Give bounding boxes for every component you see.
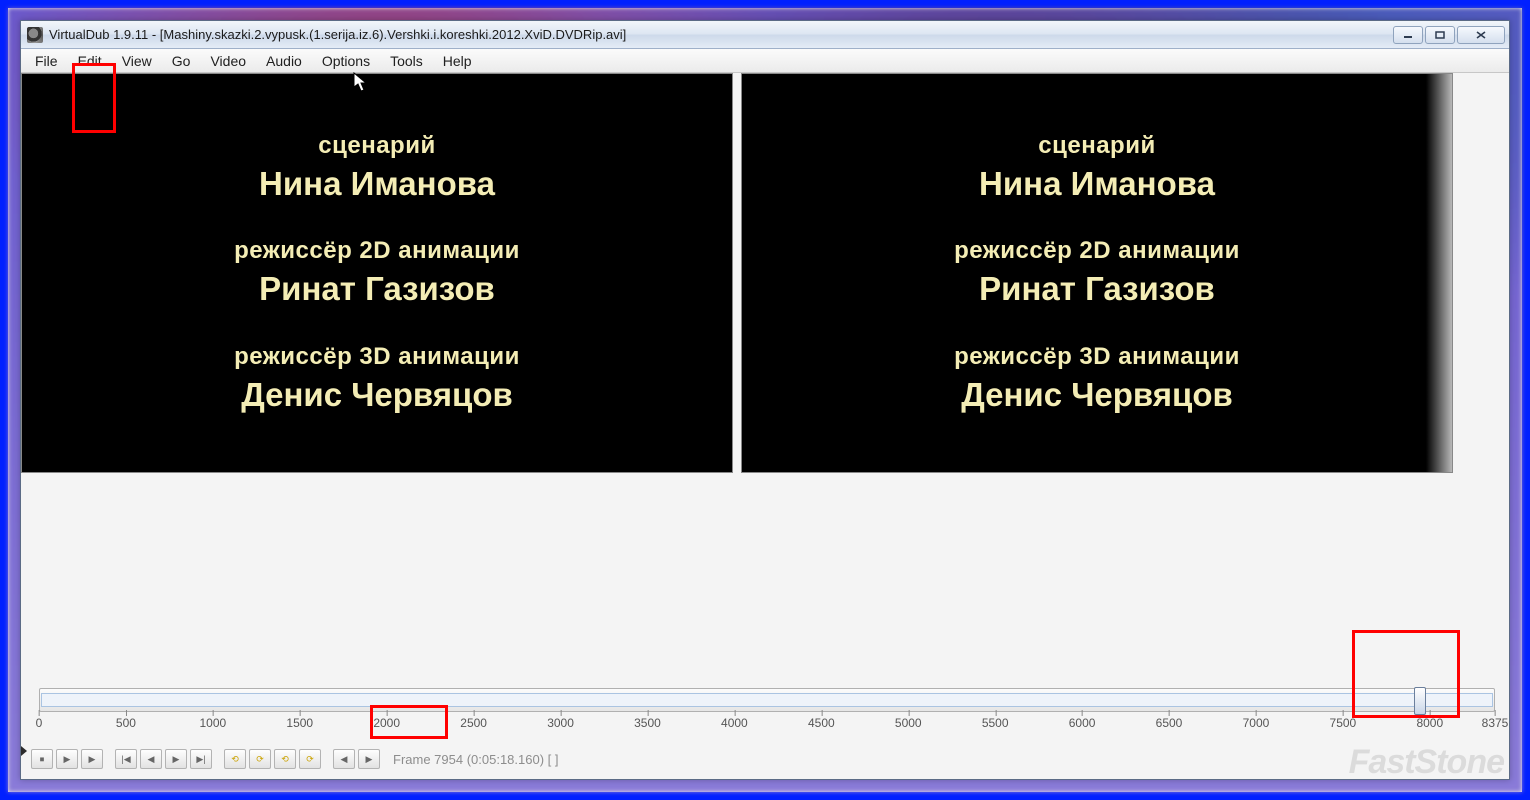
menu-audio[interactable]: Audio <box>256 49 312 72</box>
maximize-button[interactable] <box>1425 26 1455 44</box>
timeline-tick: 4000 <box>721 716 748 730</box>
timeline-tick: 5000 <box>895 716 922 730</box>
credit-block: режиссёр 3D анимации Денис Червяцов <box>954 342 1240 415</box>
timeline-tick: 7500 <box>1330 716 1357 730</box>
maximize-icon <box>1435 31 1445 39</box>
watermark: FastStone <box>1349 743 1504 782</box>
menu-video[interactable]: Video <box>200 49 256 72</box>
outer-border: VirtualDub 1.9.11 - [Mashiny.skazki.2.vy… <box>0 0 1530 800</box>
input-credits: сценарий Нина Иманова режиссёр 2D анимац… <box>22 74 732 472</box>
credit-name: Нина Иманова <box>259 163 495 204</box>
timeline-tick: 8000 <box>1416 716 1443 730</box>
credit-role: режиссёр 3D анимации <box>954 342 1240 372</box>
credit-name: Денис Червяцов <box>234 374 520 415</box>
menu-go[interactable]: Go <box>162 49 201 72</box>
timeline-tick: 8375 <box>1482 716 1509 730</box>
credit-role: сценарий <box>979 131 1215 161</box>
menu-edit[interactable]: Edit <box>68 49 112 72</box>
credit-block: сценарий Нина Иманова <box>979 131 1215 204</box>
timeline-tick: 3000 <box>547 716 574 730</box>
credit-name: Ринат Газизов <box>954 268 1240 309</box>
timeline-tick: 2000 <box>373 716 400 730</box>
timeline-track[interactable] <box>39 688 1495 712</box>
go-start-button[interactable]: |◀ <box>115 749 137 769</box>
credit-block: сценарий Нина Иманова <box>259 131 495 204</box>
menubar: File Edit View Go Video Audio Options To… <box>21 49 1509 73</box>
timeline-tick: 7000 <box>1243 716 1270 730</box>
next-frame-button[interactable]: ▶ <box>165 749 187 769</box>
timeline-zone: 0 500 1000 1500 2000 2500 3000 3500 4000 4500 5000… <box>21 688 1509 746</box>
close-icon <box>1476 31 1486 39</box>
spacer <box>21 475 1509 688</box>
key-next-button[interactable]: ⟳ <box>249 749 271 769</box>
credit-block: режиссёр 2D анимации Ринат Газизов <box>954 236 1240 309</box>
timeline-tick: 2500 <box>460 716 487 730</box>
menu-help[interactable]: Help <box>433 49 482 72</box>
key-prev-button[interactable]: ⟲ <box>224 749 246 769</box>
titlebar[interactable]: VirtualDub 1.9.11 - [Mashiny.skazki.2.vy… <box>21 21 1509 49</box>
pane-divider[interactable] <box>733 73 741 475</box>
play-input-button[interactable]: ▶ <box>56 749 78 769</box>
video-area: сценарий Нина Иманова режиссёр 2D анимац… <box>21 73 1509 475</box>
transport-toolbar: ⏹ ▶ ▶ |◀ ◀ ▶ ▶| ⟲ ⟳ ⟲ ⟳ ◀ ▶ Frame 7954 (… <box>21 746 1509 779</box>
timeline-tick: 6000 <box>1069 716 1096 730</box>
mark-out-button[interactable]: ▶ <box>358 749 380 769</box>
timeline-tick: 3500 <box>634 716 661 730</box>
menu-file[interactable]: File <box>25 49 68 72</box>
credit-block: режиссёр 2D анимации Ринат Газизов <box>234 236 520 309</box>
virtualdub-window: VirtualDub 1.9.11 - [Mashiny.skazki.2.vy… <box>20 20 1510 780</box>
timeline-tick: 5500 <box>982 716 1009 730</box>
credit-name: Ринат Газизов <box>234 268 520 309</box>
scene-prev-button[interactable]: ⟲ <box>274 749 296 769</box>
output-pane[interactable]: сценарий Нина Иманова режиссёр 2D анимац… <box>741 73 1453 473</box>
credit-name: Денис Червяцов <box>954 374 1240 415</box>
stop-button[interactable]: ⏹ <box>31 749 53 769</box>
menu-tools[interactable]: Tools <box>380 49 433 72</box>
credit-block: режиссёр 3D анимации Денис Червяцов <box>234 342 520 415</box>
credit-role: режиссёр 2D анимации <box>954 236 1240 266</box>
timeline-start-arrow <box>21 746 27 756</box>
timeline-ticks: 0 500 1000 1500 2000 2500 3000 3500 4000 4500 5000… <box>39 716 1495 746</box>
timeline-track-inner <box>41 693 1493 707</box>
minimize-icon <box>1403 31 1413 39</box>
timeline-tick: 500 <box>116 716 136 730</box>
timeline-thumb[interactable] <box>1414 687 1426 715</box>
timeline-tick: 4500 <box>808 716 835 730</box>
timeline-tick: 1000 <box>199 716 226 730</box>
app-icon <box>27 27 43 43</box>
timeline-tick: 0 <box>36 716 43 730</box>
timeline-tick: 1500 <box>286 716 313 730</box>
credit-role: режиссёр 3D анимации <box>234 342 520 372</box>
credit-name: Нина Иманова <box>979 163 1215 204</box>
close-button[interactable] <box>1457 26 1505 44</box>
window-title: VirtualDub 1.9.11 - [Mashiny.skazki.2.vy… <box>49 27 1393 42</box>
timeline-tick: 6500 <box>1156 716 1183 730</box>
play-output-button[interactable]: ▶ <box>81 749 103 769</box>
credit-role: сценарий <box>259 131 495 161</box>
menu-options[interactable]: Options <box>312 49 380 72</box>
input-pane[interactable]: сценарий Нина Иманова режиссёр 2D анимац… <box>21 73 733 473</box>
mark-in-button[interactable]: ◀ <box>333 749 355 769</box>
scene-next-button[interactable]: ⟳ <box>299 749 321 769</box>
output-credits: сценарий Нина Иманова режиссёр 2D анимац… <box>742 74 1452 472</box>
menu-view[interactable]: View <box>112 49 162 72</box>
prev-frame-button[interactable]: ◀ <box>140 749 162 769</box>
window-controls <box>1393 26 1505 44</box>
minimize-button[interactable] <box>1393 26 1423 44</box>
frame-status: Frame 7954 (0:05:18.160) [ ] <box>387 751 564 768</box>
credit-role: режиссёр 2D анимации <box>234 236 520 266</box>
go-end-button[interactable]: ▶| <box>190 749 212 769</box>
